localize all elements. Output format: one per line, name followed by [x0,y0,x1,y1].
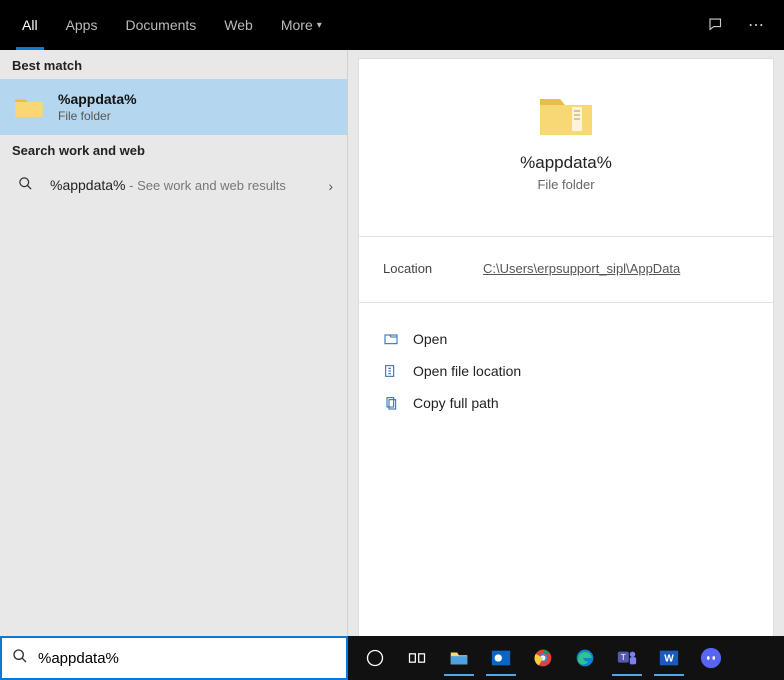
discord-icon [700,647,722,669]
file-explorer-icon [448,647,470,669]
search-icon [12,648,28,669]
search-input[interactable] [38,650,336,667]
search-web-header: Search work and web [0,135,347,164]
tab-label: Web [224,17,253,33]
web-result-text: %appdata% - See work and web results [50,177,286,195]
folder-icon [538,89,594,139]
scope-tabs: All Apps Documents Web More ▾ ⋯ [0,0,784,50]
preview-actions: Open Open file location Copy full path [383,323,749,419]
preview-header: %appdata% File folder [383,79,749,216]
best-match-text: %appdata% File folder [58,91,137,123]
cortana-icon [364,647,386,669]
taskbar-word[interactable]: W [648,638,690,678]
taskbar-chrome[interactable] [522,638,564,678]
preview-pane-wrap: %appdata% File folder Location C:\Users\… [348,50,784,636]
taskbar-outlook[interactable] [480,638,522,678]
action-label: Copy full path [413,395,499,411]
results-list: Best match %appdata% File folder Search … [0,50,348,636]
tab-label: Documents [125,17,196,33]
taskbar: T W [348,636,784,680]
result-title: %appdata% [58,91,137,107]
copy-icon [383,395,399,411]
tab-more[interactable]: More ▾ [267,0,336,50]
preview-subtitle: File folder [537,177,594,192]
tab-apps[interactable]: Apps [52,0,112,50]
chevron-down-icon: ▾ [317,20,322,31]
more-options-icon[interactable]: ⋯ [736,15,776,35]
taskbar-cortana[interactable] [354,638,396,678]
best-match-header: Best match [0,50,347,79]
web-result-hint: - See work and web results [126,178,286,193]
svg-text:T: T [621,653,626,662]
open-location-icon [383,363,399,379]
tab-web[interactable]: Web [210,0,267,50]
taskbar-discord[interactable] [690,638,732,678]
preview-pane: %appdata% File folder Location C:\Users\… [358,58,774,641]
divider [359,236,773,237]
tab-all[interactable]: All [8,0,52,50]
chrome-icon [532,647,554,669]
bottom-row: T W [0,636,784,680]
action-label: Open file location [413,363,521,379]
folder-icon [14,94,44,120]
task-view-icon [406,647,428,669]
action-label: Open [413,331,447,347]
best-match-result[interactable]: %appdata% File folder [0,79,347,135]
chevron-right-icon: › [328,178,333,194]
location-path[interactable]: C:\Users\erpsupport_sipl\AppData [483,261,680,276]
tab-label: All [22,17,38,33]
search-icon [14,176,36,195]
action-open[interactable]: Open [383,323,749,355]
open-icon [383,331,399,347]
edge-icon [574,647,596,669]
tab-label: Apps [66,17,98,33]
outlook-icon [490,647,512,669]
word-icon: W [658,647,680,669]
teams-icon: T [616,647,638,669]
result-subtitle: File folder [58,109,137,123]
divider [359,302,773,303]
taskbar-file-explorer[interactable] [438,638,480,678]
location-row: Location C:\Users\erpsupport_sipl\AppDat… [383,257,749,282]
preview-title: %appdata% [520,153,612,173]
search-box[interactable] [0,636,348,680]
taskbar-teams[interactable]: T [606,638,648,678]
tab-label: More [281,17,313,33]
taskbar-edge[interactable] [564,638,606,678]
tab-documents[interactable]: Documents [111,0,210,50]
results-body: Best match %appdata% File folder Search … [0,50,784,636]
taskbar-task-view[interactable] [396,638,438,678]
web-result-query: %appdata% [50,177,126,193]
action-copy-path[interactable]: Copy full path [383,387,749,419]
svg-text:W: W [664,654,674,665]
web-search-result[interactable]: %appdata% - See work and web results › [0,164,347,207]
search-flyout: All Apps Documents Web More ▾ ⋯ Best matc… [0,0,784,680]
action-open-location[interactable]: Open file location [383,355,749,387]
location-label: Location [383,261,483,276]
feedback-icon[interactable] [696,16,736,34]
